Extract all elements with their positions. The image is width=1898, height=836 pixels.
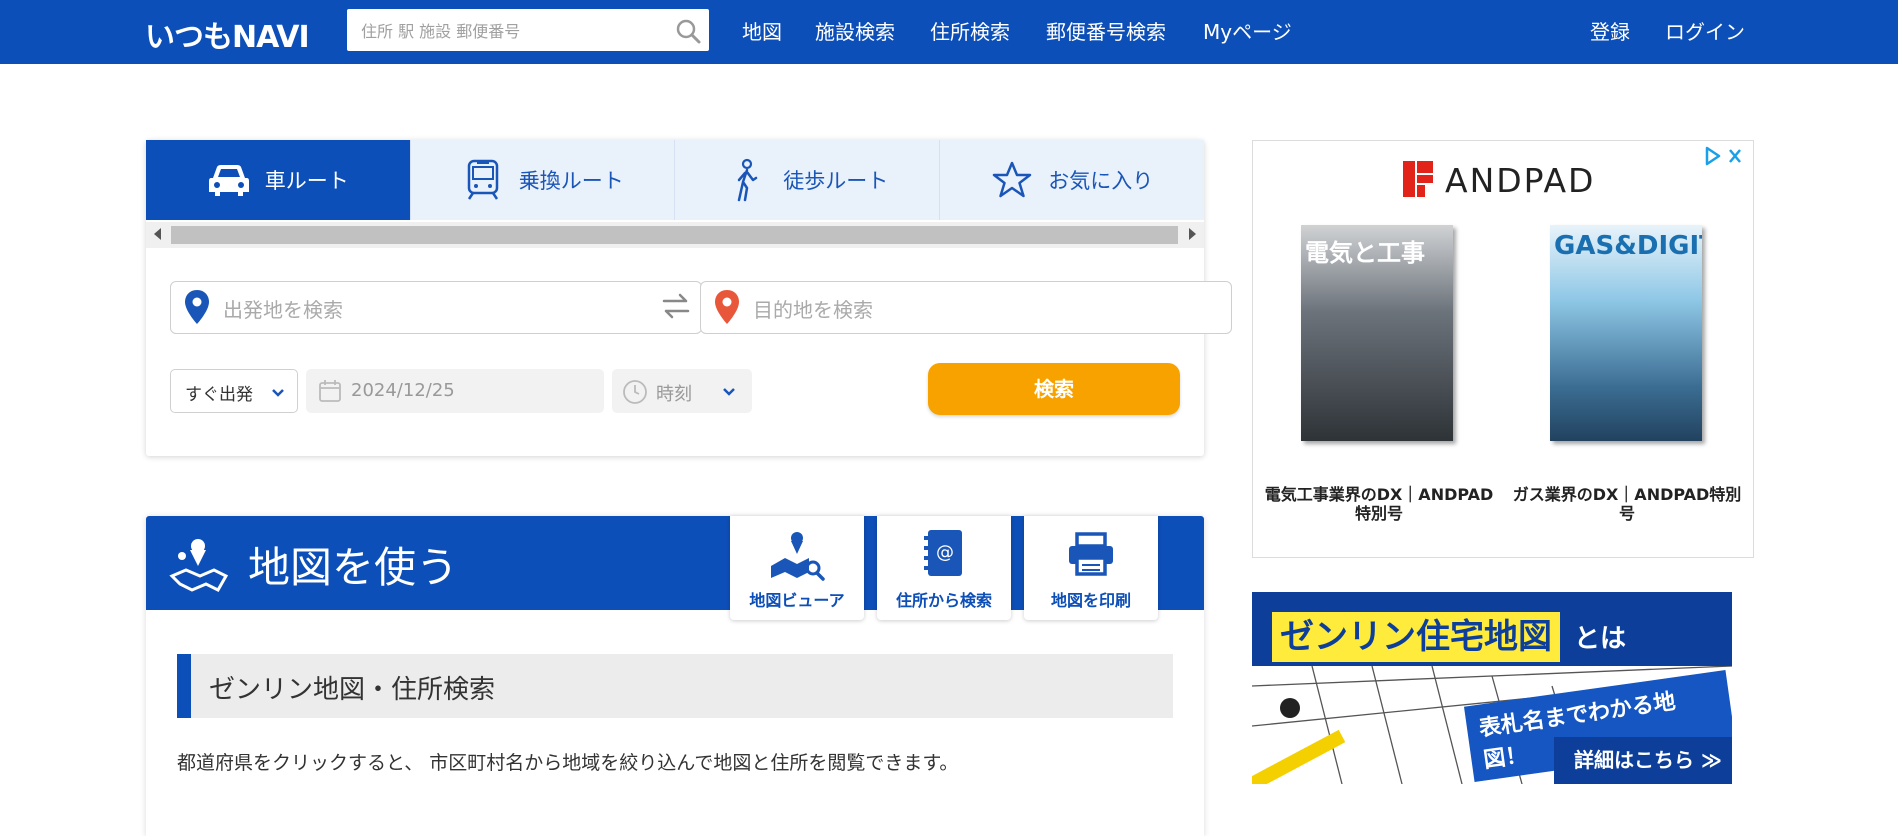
- map-viewer-button[interactable]: 地図ビューア: [730, 516, 864, 620]
- star-icon: [993, 161, 1032, 198]
- banner-title: ゼンリン住宅地図: [1272, 612, 1560, 662]
- top-header: いつもNAVI 地図 施設検索 住所検索 郵便番号検索 Myページ 登録 ログイ…: [0, 0, 1898, 64]
- folded-map-icon: [169, 539, 229, 592]
- andpad-brand: ANDPAD: [1445, 161, 1596, 200]
- svg-text:@: @: [936, 542, 954, 563]
- destination-pin-icon: [715, 290, 739, 324]
- nav-address-search[interactable]: 住所検索: [930, 16, 1010, 45]
- magazine-cover-title-gas: GAS&DIGITAL: [1554, 231, 1702, 261]
- search-icon[interactable]: [675, 18, 701, 44]
- register-link[interactable]: 登録: [1590, 16, 1630, 45]
- tabs-scrollbar[interactable]: [146, 222, 1204, 248]
- andpad-ad[interactable]: ANDPAD 電気と工事 GAS&DIGITAL 電気工事業界のDX｜ANDPA…: [1252, 140, 1754, 558]
- clock-icon: [623, 380, 647, 404]
- date-input[interactable]: 2024/12/25: [306, 369, 604, 413]
- magazine-cover-gas[interactable]: GAS&DIGITAL: [1550, 225, 1702, 441]
- nav-postal-search[interactable]: 郵便番号検索: [1046, 16, 1166, 45]
- address-search-label: 住所から検索: [895, 591, 992, 610]
- destination-input[interactable]: 目的地を検索: [700, 281, 1232, 334]
- nav-mypage[interactable]: Myページ: [1203, 16, 1292, 45]
- chevron-down-icon: [272, 389, 284, 397]
- scroll-thumb[interactable]: [171, 226, 1178, 244]
- tab-transit-route[interactable]: 乗換ルート: [410, 140, 675, 220]
- origin-placeholder: 出発地を検索: [223, 298, 343, 322]
- route-tabs: 車ルート 乗換ルート 徒歩ルート お気に入り: [146, 140, 1204, 220]
- andpad-mark-icon: [1403, 161, 1433, 197]
- banner-details-link[interactable]: 詳細はこちら ≫: [1554, 737, 1732, 784]
- zenrin-map-subheading: ゼンリン地図・住所検索: [177, 654, 1173, 718]
- tab-walk-route-label: 徒歩ルート: [783, 169, 889, 193]
- header-search: [347, 9, 709, 53]
- header-search-input[interactable]: [359, 9, 663, 53]
- tab-favorites-label: お気に入り: [1048, 169, 1154, 193]
- tab-car-route-label: 車ルート: [264, 169, 349, 193]
- date-value: 2024/12/25: [351, 380, 455, 401]
- route-search-panel: 車ルート 乗換ルート 徒歩ルート お気に入り 出発地を検索 目的地を検索 すぐ出…: [146, 140, 1232, 456]
- map-section-header: 地図を使う 地図ビューア @ 住所から検索 地図を印刷: [146, 516, 1204, 620]
- tab-transit-route-label: 乗換ルート: [518, 169, 624, 193]
- calendar-icon: [319, 380, 341, 402]
- nav-map[interactable]: 地図: [742, 16, 782, 45]
- tab-car-route[interactable]: 車ルート: [146, 140, 411, 220]
- origin-input[interactable]: 出発地を検索: [170, 281, 702, 334]
- map-viewer-icon: [771, 532, 825, 581]
- address-search-button[interactable]: @ 住所から検索: [877, 516, 1011, 620]
- tab-favorites[interactable]: お気に入り: [939, 140, 1204, 220]
- route-search-button[interactable]: 検索: [928, 363, 1180, 415]
- destination-placeholder: 目的地を検索: [753, 298, 873, 322]
- scroll-right-arrow-icon[interactable]: [1189, 228, 1196, 240]
- map-usage-section: 地図を使う 地図ビューア @ 住所から検索 地図を印刷 ゼンリン地図・住所検索 …: [146, 516, 1204, 836]
- car-icon: [208, 165, 249, 196]
- depart-mode-select[interactable]: すぐ出発: [170, 369, 298, 413]
- address-book-icon: @: [924, 530, 962, 576]
- nav-facility-search[interactable]: 施設検索: [815, 16, 895, 45]
- print-map-button[interactable]: 地図を印刷: [1024, 516, 1158, 620]
- ad-caption-electric[interactable]: 電気工事業界のDX｜ANDPAD特別号: [1261, 485, 1497, 523]
- site-logo[interactable]: いつもNAVI: [145, 12, 310, 56]
- train-icon: [467, 159, 498, 200]
- ad-caption-gas[interactable]: ガス業界のDX｜ANDPAD特別号: [1509, 485, 1745, 523]
- chevron-down-icon: [723, 388, 735, 396]
- andpad-logo: ANDPAD: [1403, 159, 1623, 203]
- swap-icon[interactable]: [660, 290, 692, 322]
- map-viewer-label: 地図ビューア: [749, 591, 845, 610]
- subheading-accent-bar: [177, 654, 191, 718]
- map-section-title: 地図を使う: [248, 543, 459, 592]
- zenrin-housing-map-banner[interactable]: ゼンリン住宅地図 とは 表札名までわかる地図！ 詳細はこちら ≫: [1252, 592, 1732, 784]
- print-map-label: 地図を印刷: [1050, 591, 1131, 610]
- printer-icon: [1069, 532, 1113, 576]
- banner-title-suffix: とは: [1574, 624, 1627, 654]
- origin-pin-icon: [185, 290, 209, 324]
- login-link[interactable]: ログイン: [1665, 16, 1745, 45]
- tab-walk-route[interactable]: 徒歩ルート: [675, 140, 940, 220]
- map-section-description: 都道府県をクリックすると、 市区町村名から地域を絞り込んで地図と住所を閲覧できま…: [177, 752, 959, 774]
- time-placeholder: 時刻: [656, 384, 692, 405]
- time-select[interactable]: 時刻: [612, 369, 752, 413]
- magazine-cover-electric[interactable]: 電気と工事: [1301, 225, 1453, 441]
- ad-choices-close-icon[interactable]: [1703, 145, 1745, 167]
- subheading-text: ゼンリン地図・住所検索: [209, 675, 496, 705]
- scroll-left-arrow-icon[interactable]: [154, 228, 161, 240]
- depart-mode-label: すぐ出発: [185, 385, 253, 405]
- walking-icon: [738, 158, 758, 202]
- magazine-cover-title-electric: 電気と工事: [1305, 239, 1425, 267]
